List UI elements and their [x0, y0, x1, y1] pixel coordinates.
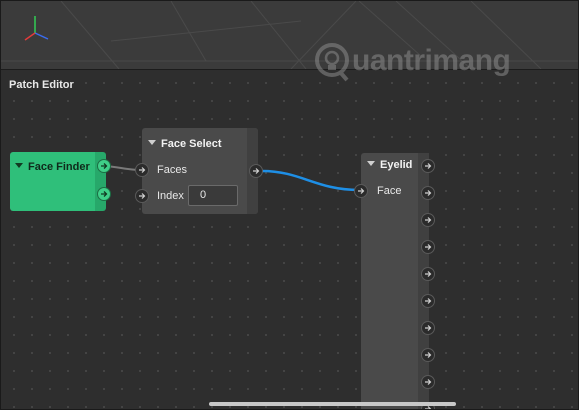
input-port-icon[interactable]: [135, 189, 149, 203]
output-port-icon[interactable]: [421, 294, 435, 308]
patch-face-finder[interactable]: Face Finder: [10, 152, 97, 211]
output-port-icon[interactable]: [421, 321, 435, 335]
triangle-down-icon[interactable]: [148, 140, 156, 145]
output-port-icon[interactable]: [421, 375, 435, 389]
app-window: Patch Editor uantrimang Face Finder Face…: [0, 0, 579, 410]
output-port-icon[interactable]: [421, 267, 435, 281]
patch-title: Face Select: [148, 138, 222, 150]
patch-title: Eyelid: [367, 159, 412, 171]
watermark: uantrimang: [314, 42, 539, 84]
output-port-icon[interactable]: [421, 348, 435, 362]
output-port-icon[interactable]: [421, 159, 435, 173]
watermark-logo-icon: [315, 43, 349, 82]
triangle-down-icon[interactable]: [367, 161, 375, 166]
patch-editor-canvas[interactable]: Patch Editor: [1, 70, 578, 409]
output-port-icon[interactable]: [421, 213, 435, 227]
input-label-index: Index: [157, 190, 184, 202]
axis-gizmo-icon: [24, 16, 49, 41]
index-input[interactable]: 0: [188, 185, 238, 206]
patch-title-label: Eyelid: [380, 159, 413, 171]
triangle-down-icon[interactable]: [15, 163, 23, 168]
input-port-icon[interactable]: [354, 184, 368, 198]
output-port-icon[interactable]: [97, 187, 111, 201]
horizontal-scrollbar[interactable]: [209, 402, 456, 406]
watermark-text: uantrimang: [352, 44, 511, 77]
output-port-icon[interactable]: [421, 240, 435, 254]
output-port-icon[interactable]: [421, 186, 435, 200]
input-label-face: Face: [377, 185, 402, 197]
output-port-icon[interactable]: [97, 159, 111, 173]
patch-title: Face Finder: [15, 161, 90, 173]
input-port-icon[interactable]: [135, 163, 149, 177]
input-label-faces: Faces: [157, 164, 187, 176]
output-port-icon[interactable]: [249, 164, 263, 178]
patch-title-label: Face Select: [161, 138, 222, 150]
panel-title: Patch Editor: [9, 79, 74, 91]
patch-title-label: Face Finder: [28, 161, 90, 173]
